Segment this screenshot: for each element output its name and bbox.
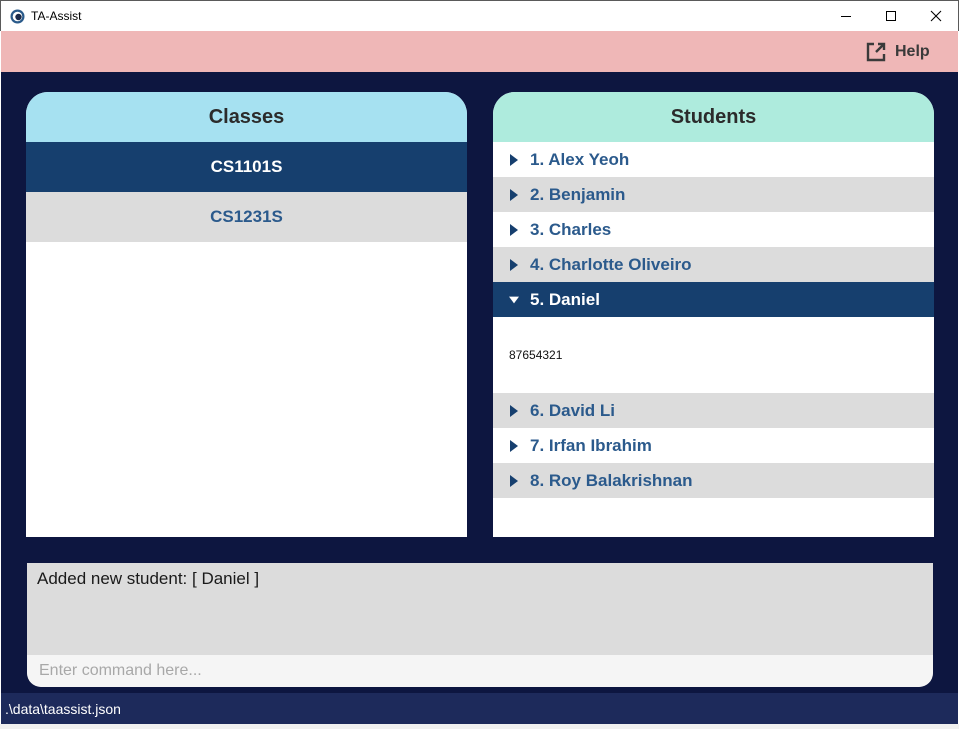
student-row[interactable]: 8. Roy Balakrishnan bbox=[493, 463, 934, 498]
student-name: 7. Irfan Ibrahim bbox=[530, 435, 652, 455]
help-button[interactable]: Help bbox=[865, 41, 930, 63]
class-item-cs1101s[interactable]: CS1101S bbox=[26, 142, 467, 192]
caret-right-icon bbox=[509, 258, 519, 271]
classes-panel: Classes CS1101S CS1231S bbox=[26, 92, 467, 537]
student-phone: 87654321 bbox=[493, 317, 934, 393]
close-button[interactable] bbox=[913, 1, 959, 31]
student-row[interactable]: 3. Charles bbox=[493, 212, 934, 247]
result-message[interactable]: Added new student: [ Daniel ] bbox=[37, 569, 259, 589]
command-input[interactable] bbox=[27, 655, 933, 687]
classes-header: Classes bbox=[26, 92, 467, 142]
students-panel: Students 1. Alex Yeoh 2. Benjamin 3. Cha… bbox=[493, 92, 934, 537]
student-row[interactable]: 1. Alex Yeoh bbox=[493, 142, 934, 177]
student-name: 2. Benjamin bbox=[530, 184, 626, 204]
student-row[interactable]: 4. Charlotte Oliveiro bbox=[493, 247, 934, 282]
student-row-selected[interactable]: 5. Daniel bbox=[493, 282, 934, 317]
caret-right-icon bbox=[509, 153, 519, 166]
maximize-button[interactable] bbox=[868, 1, 914, 31]
student-row[interactable]: 2. Benjamin bbox=[493, 177, 934, 212]
caret-down-icon bbox=[509, 295, 519, 305]
maximize-icon bbox=[886, 11, 896, 21]
data-file-path: .\data\taassist.json bbox=[5, 701, 121, 717]
student-name: 3. Charles bbox=[530, 219, 612, 239]
ta-assist-logo-icon bbox=[10, 9, 25, 24]
caret-right-icon bbox=[509, 188, 519, 201]
result-display: Added new student: [ Daniel ] bbox=[27, 563, 933, 687]
title-bar: TA-Assist bbox=[0, 0, 959, 31]
caret-right-icon bbox=[509, 439, 519, 452]
student-name: 8. Roy Balakrishnan bbox=[530, 470, 693, 490]
close-icon bbox=[930, 10, 942, 22]
caret-right-icon bbox=[509, 223, 519, 236]
minimize-icon bbox=[841, 16, 851, 17]
student-row[interactable]: 7. Irfan Ibrahim bbox=[493, 428, 934, 463]
student-name: 1. Alex Yeoh bbox=[530, 149, 630, 169]
students-header: Students bbox=[493, 92, 934, 142]
external-link-icon bbox=[866, 42, 886, 62]
minimize-button[interactable] bbox=[823, 1, 869, 31]
class-item-cs1231s[interactable]: CS1231S bbox=[26, 192, 467, 242]
window-bottom-edge bbox=[0, 724, 959, 729]
help-label: Help bbox=[895, 43, 930, 60]
caret-right-icon bbox=[509, 404, 519, 417]
student-name: 4. Charlotte Oliveiro bbox=[530, 254, 692, 274]
caret-right-icon bbox=[509, 474, 519, 487]
status-bar: .\data\taassist.json bbox=[1, 693, 958, 724]
student-name: 6. David Li bbox=[530, 400, 616, 420]
student-row[interactable]: 6. David Li bbox=[493, 393, 934, 428]
student-name: 5. Daniel bbox=[530, 289, 600, 309]
window-title: TA-Assist bbox=[31, 9, 82, 23]
main-area: Classes CS1101S CS1231S Students 1. Alex… bbox=[1, 72, 958, 693]
menu-bar: Help bbox=[1, 31, 958, 72]
